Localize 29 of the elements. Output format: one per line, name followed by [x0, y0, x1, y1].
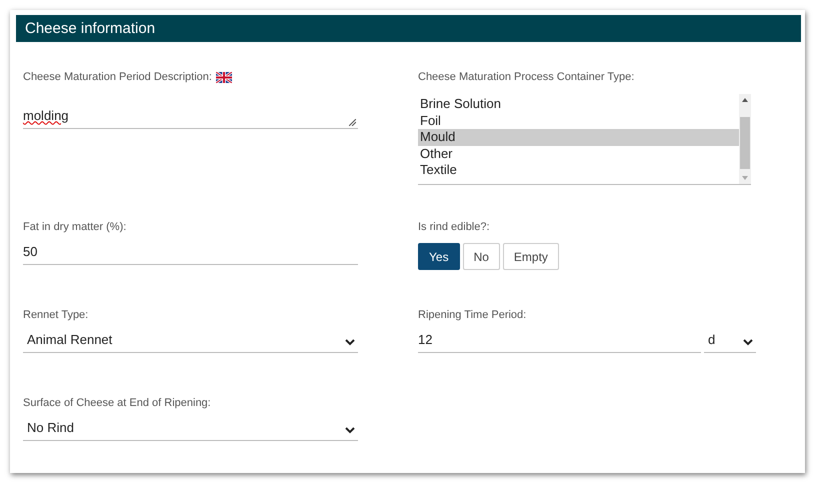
input-field[interactable]: 50 — [23, 238, 358, 265]
list-option[interactable]: Textile — [418, 162, 739, 178]
unit-select[interactable]: d — [704, 326, 756, 353]
field-label: Cheese Maturation Process Container Type: — [418, 71, 634, 83]
chevron-down-icon — [345, 339, 355, 346]
list-option[interactable]: Foil — [418, 112, 739, 129]
list-box[interactable]: Brine Solution Foil Mould Other Textile — [418, 94, 739, 184]
toggle-button[interactable]: No — [462, 243, 500, 270]
toggle-button[interactable]: Yes — [418, 243, 460, 270]
field-label: Fat in dry matter (%): — [23, 221, 126, 233]
toggle-button[interactable]: Empty — [502, 243, 559, 270]
select-field[interactable]: No Rind — [23, 414, 358, 441]
field-label: Rennet Type: — [23, 309, 88, 321]
resize-handle-icon[interactable] — [349, 119, 356, 126]
panel-header: Cheese information — [16, 15, 801, 42]
text-area[interactable]: molding — [23, 102, 358, 129]
field-label: Surface of Cheese at End of Ripening: — [23, 397, 211, 409]
scroll-up-icon[interactable] — [742, 98, 748, 102]
input-field[interactable]: 12 — [418, 326, 701, 353]
field-label: Cheese Maturation Period Description: — [23, 71, 212, 83]
field-label: Is rind edible?: — [418, 221, 490, 233]
list-option[interactable]: Mould — [418, 129, 739, 146]
scrollbar[interactable] — [739, 94, 751, 184]
list-option[interactable]: Brine Solution — [418, 96, 739, 112]
list-option[interactable]: Other — [418, 146, 739, 162]
chevron-down-icon — [345, 427, 355, 434]
chevron-down-icon — [743, 339, 753, 346]
select-field[interactable]: Animal Rennet — [23, 326, 358, 353]
field-label: Ripening Time Period: — [418, 309, 526, 321]
